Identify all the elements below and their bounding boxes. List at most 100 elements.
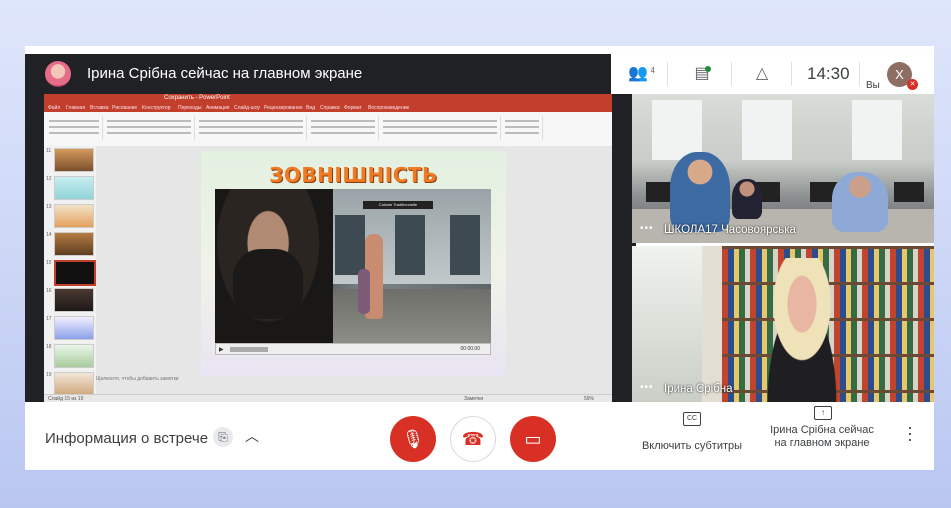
chevron-up-icon[interactable]: ︿ (245, 426, 259, 446)
slide-thumbnail[interactable] (54, 372, 94, 396)
captions-button[interactable]: Включить субтитры (633, 440, 751, 452)
people-icon[interactable]: 👥 4 (627, 64, 655, 84)
captions-icon[interactable]: CC (683, 412, 701, 426)
chat-icon[interactable]: ▤ (691, 64, 713, 84)
ribbon-tab[interactable]: Рецензирование (264, 105, 303, 111)
paragraph-group[interactable] (308, 116, 379, 140)
ribbon-tab[interactable]: Формат (344, 105, 362, 111)
self-muted-icon: ✕ (907, 79, 918, 90)
participant-tile[interactable]: ••• Ірина Срібна (632, 246, 934, 402)
slide-video[interactable]: Cuisine Traditionnelle (215, 189, 491, 343)
video-window (335, 215, 365, 275)
microphone-off-icon: 🎙 (401, 429, 425, 449)
slide-canvas: ЗОВНІШНІСТЬ ОМАНЛИВА Cuisine Traditionne… (96, 146, 612, 394)
slide-thumbnail-selected[interactable] (54, 260, 96, 286)
ribbon-tab[interactable]: Переходы (178, 105, 201, 111)
attachment-icon[interactable]: ⎘ (213, 427, 233, 447)
divider (859, 62, 860, 86)
presenter-avatar (45, 61, 71, 87)
hang-up-icon: ☎ (461, 429, 485, 449)
slide-thumbnail[interactable] (54, 288, 94, 312)
tile-window (632, 246, 702, 402)
clipboard-group[interactable] (46, 116, 103, 140)
tile-window (852, 100, 902, 160)
notes-placeholder[interactable]: Щелкните, чтобы добавить заметки (96, 376, 179, 382)
meeting-info-label[interactable]: Информация о встрече (45, 430, 208, 447)
slide-thumbnail[interactable] (54, 316, 94, 340)
divider (667, 62, 668, 86)
divider (731, 62, 732, 86)
meet-window: Ірина Срібна сейчас на главном экране Со… (25, 46, 934, 470)
participant-name: Ірина Срібна (664, 383, 733, 395)
video-progress-bar[interactable] (230, 347, 268, 352)
presenting-status-button[interactable]: Ірина Срібна сейчас на главном экране (767, 424, 877, 450)
presenter-bar: Ірина Срібна сейчас на главном экране (25, 54, 636, 94)
slide-thumbnail[interactable] (54, 148, 94, 172)
editing-group[interactable] (502, 116, 543, 140)
slide-number: 17 (46, 316, 52, 322)
chat-notification-dot (705, 66, 711, 72)
clock: 14:30 (807, 64, 850, 83)
slide-number: 14 (46, 232, 52, 238)
tile-window (652, 100, 702, 160)
ribbon-tab[interactable]: Справка (320, 105, 340, 111)
tile-menu-icon[interactable]: ••• (640, 223, 654, 234)
tile-person (832, 172, 888, 232)
divider (791, 62, 792, 86)
participants-count: 4 (650, 66, 655, 75)
slide-number: 15 (46, 260, 52, 266)
tile-window (742, 100, 792, 160)
presentation-stage: Ірина Срібна сейчас на главном экране Со… (25, 54, 636, 403)
ribbon-tab[interactable]: Вставка (90, 105, 109, 111)
ribbon-tab[interactable]: Слайд-шоу (234, 105, 260, 111)
slide-number: 16 (46, 288, 52, 294)
slide-thumbnail[interactable] (54, 176, 94, 200)
video-controls: ▶ 00:00.00 (215, 343, 491, 355)
participant-tile[interactable]: ••• ШКОЛА17 Часовоярська (632, 94, 934, 243)
tile-person (732, 179, 762, 219)
slide-number: 18 (46, 344, 52, 350)
ribbon-tab[interactable]: Воспроизведение (368, 105, 409, 111)
drawing-group[interactable] (380, 116, 501, 140)
more-options-icon[interactable]: · · · (903, 418, 917, 448)
presenter-title: Ірина Срібна сейчас на главном экране (87, 65, 363, 82)
ribbon-tab[interactable]: Файл (48, 105, 60, 111)
ppt-ribbon-toolbar (44, 112, 612, 147)
font-group[interactable] (196, 116, 307, 140)
video-window (450, 215, 480, 275)
ribbon-tab[interactable]: Рисование (112, 105, 137, 111)
powerpoint-window: Сохранить - PowerPoint Файл Главная Вста… (44, 94, 612, 403)
present-screen-icon[interactable]: ↑ (814, 406, 832, 420)
ppt-ribbon-tabs: Файл Главная Вставка Рисование Конструкт… (44, 104, 612, 112)
meet-header: 👥 4 ▤ △ 14:30 Х Вы ✕ (611, 54, 934, 94)
slide-number: 12 (46, 176, 52, 182)
self-label: Вы (866, 80, 880, 91)
video-window (395, 215, 425, 275)
camera-off-button[interactable]: ▭ (510, 416, 556, 462)
microphone-off-button[interactable]: 🎙 (390, 416, 436, 462)
slides-group[interactable] (104, 116, 195, 140)
top-edge (25, 46, 934, 54)
play-icon[interactable]: ▶ (219, 346, 224, 353)
ppt-window-title: Сохранить - PowerPoint (164, 95, 230, 101)
video-child (358, 269, 370, 314)
leave-call-button[interactable]: ☎ (450, 416, 496, 462)
ribbon-tab[interactable]: Конструктор (142, 105, 171, 111)
current-slide[interactable]: ЗОВНІШНІСТЬ ОМАНЛИВА Cuisine Traditionne… (201, 151, 506, 376)
slide-thumbnail[interactable] (54, 204, 94, 228)
ribbon-tab[interactable]: Анимация (206, 105, 229, 111)
activities-icon[interactable]: △ (751, 64, 773, 84)
slide-number: 11 (46, 148, 52, 154)
slide-number: 13 (46, 204, 52, 210)
tile-menu-icon[interactable]: ••• (640, 382, 654, 393)
video-shop-sign: Cuisine Traditionnelle (363, 201, 433, 209)
slide-thumbnail[interactable] (54, 344, 94, 368)
camera-off-icon: ▭ (524, 429, 542, 449)
slide-thumbnail[interactable] (54, 232, 94, 256)
ribbon-tab[interactable]: Вид (306, 105, 315, 111)
ribbon-tab[interactable]: Главная (66, 105, 85, 111)
tile-person (752, 258, 852, 402)
participant-name: ШКОЛА17 Часовоярська (664, 224, 796, 236)
tile-person (670, 152, 730, 232)
slide-number: 19 (46, 372, 52, 378)
